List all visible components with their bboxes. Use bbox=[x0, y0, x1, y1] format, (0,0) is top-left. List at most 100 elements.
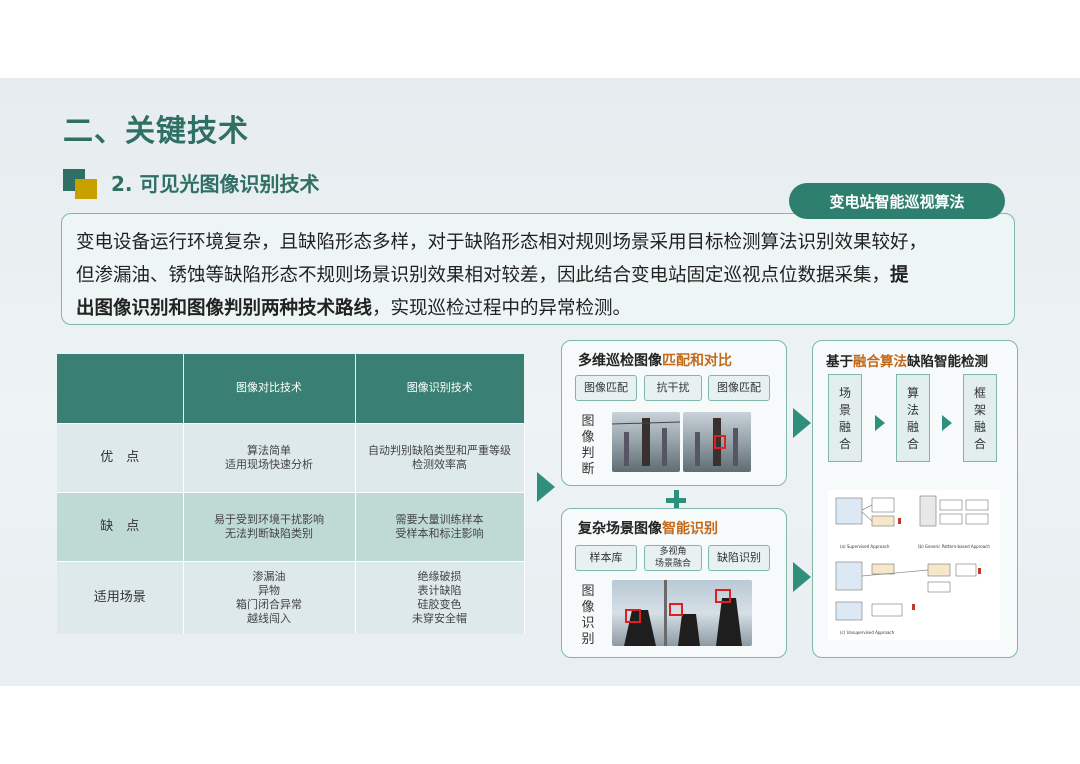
cell-line: 硅胶变色 bbox=[417, 597, 462, 611]
vchar: 合 bbox=[838, 437, 851, 451]
table-row: 缺 点 易于受到环境干扰影响 无法判断缺陷类别 需要大量训练样本 受样本和标注影响 bbox=[57, 491, 525, 561]
section-square-icon bbox=[63, 169, 97, 199]
panel-fusion-title: 基于融合算法缺陷智能检测 bbox=[826, 350, 988, 370]
title-part: 多维巡检图像 bbox=[578, 353, 662, 369]
cell-line: 表计缺陷 bbox=[417, 583, 462, 597]
cell-line: 异物 bbox=[258, 583, 280, 597]
intro-line2: 但渗漏油、锈蚀等缺陷形态不规则场景识别效果相对较差，因此结合变电站固定巡视点位数… bbox=[76, 265, 891, 286]
cell-line: 算法简单 bbox=[247, 443, 291, 457]
title-part: 缺陷智能检测 bbox=[907, 354, 988, 370]
title-part: 基于 bbox=[826, 354, 853, 370]
title-highlight: 融合算法 bbox=[853, 354, 907, 370]
intro-line3: ，实现巡检过程中的异常检测。 bbox=[372, 298, 632, 319]
arrow-right-icon bbox=[793, 408, 811, 438]
chip-image-match-2: 图像匹配 bbox=[708, 375, 770, 401]
vertical-label-recognize: 图像识别 bbox=[580, 584, 596, 648]
algorithm-badge: 变电站智能巡视算法 bbox=[789, 183, 1005, 219]
title-highlight: 智能识别 bbox=[662, 521, 718, 537]
chip-image-match: 图像匹配 bbox=[575, 375, 637, 401]
page-title: 二、关键技术 bbox=[63, 114, 249, 149]
arrow-right-icon bbox=[793, 562, 811, 592]
vchar: 景 bbox=[838, 403, 851, 417]
cell-line: 箱门闭合异常 bbox=[236, 597, 302, 611]
arrow-right-icon bbox=[537, 472, 555, 502]
intro-bold-1: 提 bbox=[890, 265, 909, 286]
vchar: 融 bbox=[973, 420, 986, 434]
vchar: 像 bbox=[581, 430, 595, 445]
vertical-label-judge: 图像判断 bbox=[580, 414, 596, 478]
title-highlight: 匹配和对比 bbox=[662, 353, 732, 369]
table-row: 优 点 算法简单 适用现场快速分析 自动判别缺陷类型和严重等级 检测效率高 bbox=[57, 422, 525, 492]
architecture-diagram-figure: (a) Supervised Approach (b) Generic Patt… bbox=[835, 495, 990, 635]
chevron-right-icon bbox=[942, 415, 952, 431]
table-header-cell: 图像对比技术 bbox=[183, 354, 356, 423]
comparison-table: 图像对比技术 图像识别技术 优 点 算法简单 适用现场快速分析 自动判别缺陷类型和… bbox=[57, 354, 525, 634]
vchar: 图 bbox=[581, 414, 595, 429]
fusion-box-scene: 场景融合 bbox=[828, 374, 862, 462]
chevron-right-icon bbox=[875, 415, 885, 431]
vchar: 断 bbox=[581, 462, 595, 477]
title-part: 复杂场景图像 bbox=[578, 521, 662, 537]
intro-textbox: 变电设备运行环境复杂，且缺陷形态多样，对于缺陷形态相对规则场景采用目标检测算法识… bbox=[61, 213, 1015, 325]
cell-line: 受样本和标注影响 bbox=[395, 526, 484, 540]
table-header-cell: 图像识别技术 bbox=[355, 354, 524, 423]
cell-line: 无法判断缺陷类别 bbox=[225, 526, 313, 540]
row-label: 缺 点 bbox=[57, 491, 184, 561]
vchar: 合 bbox=[906, 437, 919, 451]
table-cell: 自动判别缺陷类型和严重等级 检测效率高 bbox=[355, 422, 525, 492]
chip-defect-recognition: 缺陷识别 bbox=[708, 545, 770, 571]
vchar: 场 bbox=[838, 386, 851, 400]
vchar: 识 bbox=[581, 616, 595, 631]
insulator-photo bbox=[612, 580, 752, 646]
table-cell: 绝缘破损 表计缺陷 硅胶变色 未穿安全帽 bbox=[355, 560, 525, 634]
vchar: 融 bbox=[906, 420, 919, 434]
photo-illustration bbox=[695, 418, 738, 466]
substation-photo-before bbox=[612, 412, 680, 472]
section-title: 2. 可见光图像识别技术 bbox=[111, 172, 320, 196]
vchar: 别 bbox=[581, 632, 595, 647]
table-cell: 易于受到环境干扰影响 无法判断缺陷类别 bbox=[183, 491, 356, 561]
table-header-row: 图像对比技术 图像识别技术 bbox=[57, 354, 524, 423]
cell-line: 需要大量训练样本 bbox=[395, 512, 484, 526]
vchar: 架 bbox=[973, 403, 986, 417]
cell-line: 渗漏油 bbox=[252, 569, 286, 583]
vchar: 融 bbox=[838, 420, 851, 434]
diagram-caption: (c) Unsupervised Approach bbox=[840, 630, 895, 635]
fusion-box-framework: 框架融合 bbox=[963, 374, 997, 462]
cell-line: 适用现场快速分析 bbox=[225, 457, 313, 471]
table-cell: 算法简单 适用现场快速分析 bbox=[183, 422, 356, 492]
vchar: 图 bbox=[581, 584, 595, 599]
table-row: 适用场景 渗漏油 异物 箱门闭合异常 越线闯入 绝缘破损 表计缺陷 硅胶变色 未穿安全帽 bbox=[57, 560, 525, 634]
chip-anti-interference: 抗干扰 bbox=[644, 375, 702, 401]
intro-bold-2: 出图像识别和图像判别两种技术路线 bbox=[76, 298, 373, 319]
table-header-cell bbox=[57, 354, 184, 423]
row-label: 适用场景 bbox=[57, 560, 184, 634]
chip-sample-library: 样本库 bbox=[575, 545, 637, 571]
cell-line: 绝缘破损 bbox=[417, 569, 462, 583]
row-label: 优 点 bbox=[57, 422, 184, 492]
table-cell: 渗漏油 异物 箱门闭合异常 越线闯入 bbox=[183, 560, 356, 634]
cell-line: 未穿安全帽 bbox=[412, 611, 467, 625]
cell-line: 检测效率高 bbox=[412, 457, 467, 471]
vchar: 像 bbox=[581, 600, 595, 615]
table-cell: 需要大量训练样本 受样本和标注影响 bbox=[355, 491, 525, 561]
intro-line1: 变电设备运行环境复杂，且缺陷形态多样，对于缺陷形态相对规则场景采用目标检测算法识… bbox=[76, 232, 928, 253]
vchar: 判 bbox=[581, 446, 595, 461]
plus-icon bbox=[666, 490, 686, 510]
cell-line: 自动判别缺陷类型和严重等级 bbox=[368, 443, 511, 457]
diagram-caption: (a) Supervised Approach bbox=[840, 544, 890, 549]
photo-illustration bbox=[624, 580, 742, 646]
vchar: 合 bbox=[973, 437, 986, 451]
cell-line: 越线闯入 bbox=[247, 611, 291, 625]
vchar: 法 bbox=[906, 403, 919, 417]
substation-photo-after bbox=[683, 412, 751, 472]
fusion-box-algorithm: 算法融合 bbox=[896, 374, 930, 462]
photo-illustration bbox=[612, 418, 680, 466]
panel-recognize-title: 复杂场景图像智能识别 bbox=[578, 518, 718, 538]
chip-multi-view-fusion: 多视角 场景融合 bbox=[644, 545, 702, 571]
panel-compare-title: 多维巡检图像匹配和对比 bbox=[578, 350, 732, 370]
diagram-caption: (b) Generic Pattern-based Approach bbox=[918, 544, 990, 549]
vchar: 框 bbox=[973, 386, 986, 400]
vchar: 算 bbox=[906, 386, 919, 400]
cell-line: 易于受到环境干扰影响 bbox=[214, 512, 324, 526]
